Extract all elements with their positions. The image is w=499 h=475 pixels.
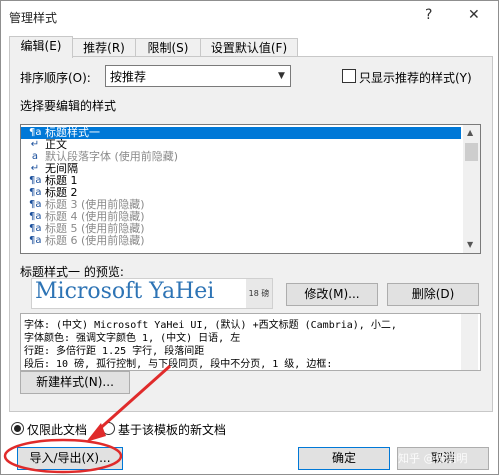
tab-edit[interactable]: 编辑(E) — [9, 36, 73, 58]
annotation-overlay — [3, 364, 171, 474]
annotation-arrow-line — [95, 364, 171, 434]
annotation-circle — [3, 438, 123, 474]
